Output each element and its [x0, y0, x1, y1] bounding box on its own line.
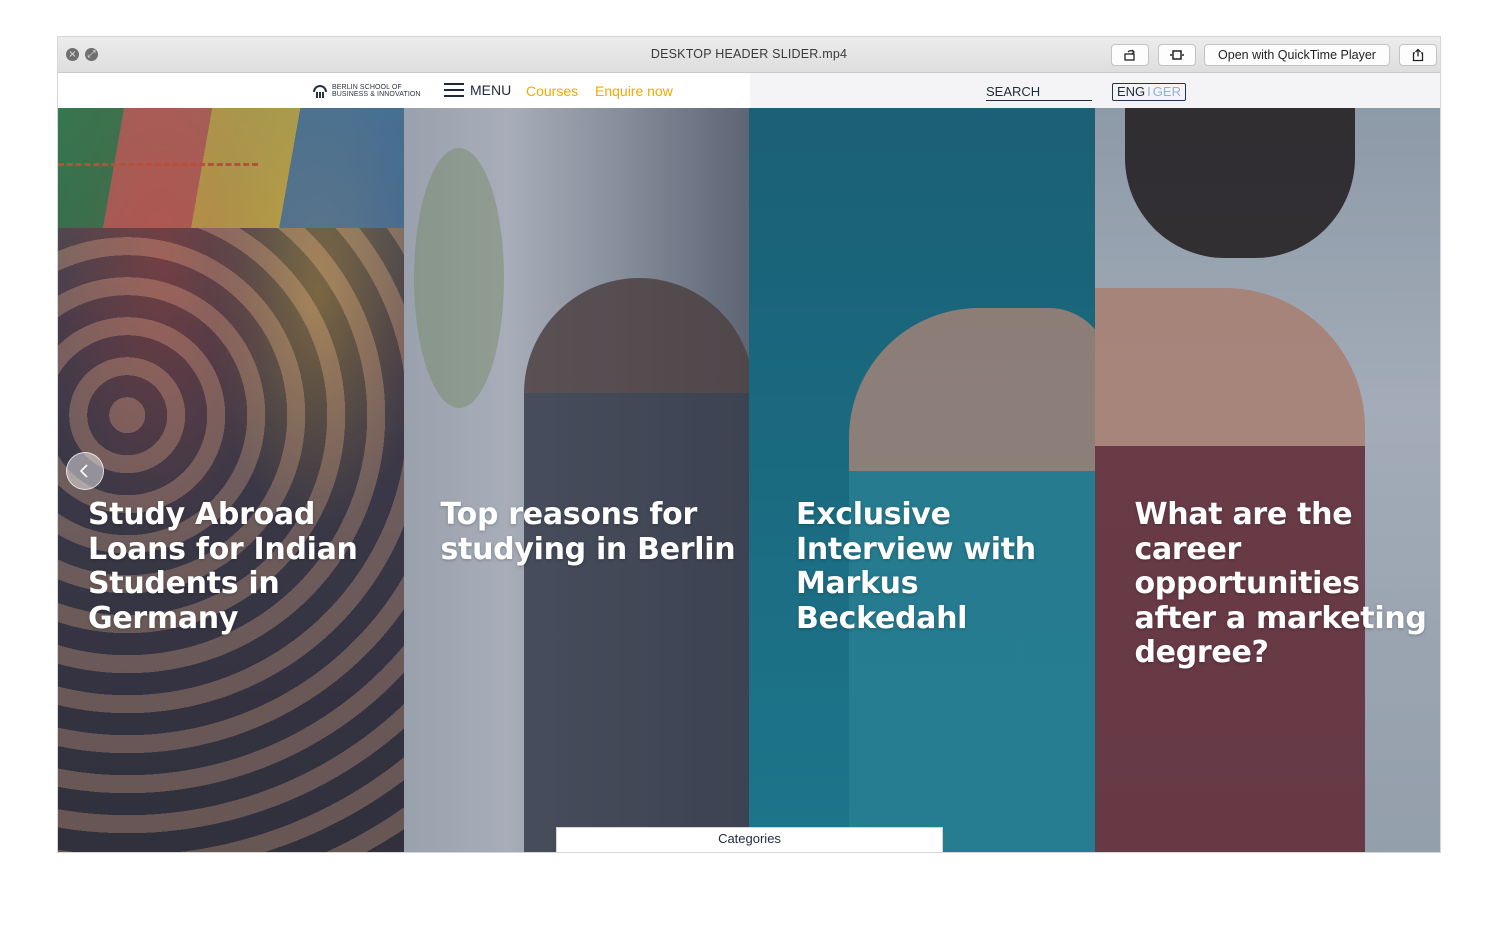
slide-panel[interactable]: Study Abroad Loans for Indian Students i… — [58, 108, 404, 852]
slide-title[interactable]: Study Abroad Loans for Indian Students i… — [88, 497, 388, 636]
lang-eng-option[interactable]: ENG — [1117, 84, 1145, 99]
header-slider: Study Abroad Loans for Indian Students i… — [58, 108, 1440, 852]
hamburger-icon — [444, 83, 464, 97]
trim-button[interactable] — [1158, 44, 1196, 66]
logo-line-1: BERLIN SCHOOL OF — [332, 83, 402, 91]
slider-prev-button[interactable] — [66, 452, 104, 490]
navbar-right-panel — [750, 73, 1440, 108]
slide-title[interactable]: What are the career opportunities after … — [1135, 497, 1435, 671]
slide-title[interactable]: Top reasons for studying in Berlin — [441, 497, 741, 567]
rotate-button[interactable] — [1111, 44, 1149, 66]
quicklook-window: × ⤢ DESKTOP HEADER SLIDER.mp4 Open with … — [58, 37, 1440, 852]
logo-mark-icon — [313, 85, 327, 98]
language-switcher: ENG I GER — [1112, 83, 1186, 101]
open-with-quicktime-button[interactable]: Open with QuickTime Player — [1204, 44, 1390, 66]
site-navbar: BERLIN SCHOOL OF BUSINESS & INNOVATION M… — [58, 73, 1440, 108]
courses-link[interactable]: Courses — [526, 83, 578, 99]
rotate-icon — [1124, 49, 1135, 61]
window-titlebar: × ⤢ DESKTOP HEADER SLIDER.mp4 Open with … — [58, 37, 1440, 73]
trim-icon — [1170, 50, 1184, 60]
categories-tab[interactable]: Categories — [556, 827, 943, 852]
menu-label: MENU — [470, 82, 512, 98]
menu-button[interactable]: MENU — [444, 82, 511, 98]
slide-overlay — [58, 108, 404, 852]
logo-text: BERLIN SCHOOL OF BUSINESS & INNOVATION — [332, 84, 421, 99]
slide-title[interactable]: Exclusive Interview with Markus Beckedah… — [796, 497, 1095, 636]
slide-overlay — [403, 108, 749, 852]
slide-overlay — [1094, 108, 1440, 852]
share-icon — [1412, 48, 1424, 62]
lang-ger-option[interactable]: GER — [1153, 84, 1181, 99]
chevron-left-icon — [79, 464, 88, 478]
slide-overlay — [749, 108, 1095, 852]
bsbi-logo[interactable]: BERLIN SCHOOL OF BUSINESS & INNOVATION — [312, 81, 421, 101]
slide-panel[interactable]: Top reasons for studying in Berlin — [403, 108, 749, 852]
lang-separator: I — [1147, 84, 1151, 99]
logo-line-2: BUSINESS & INNOVATION — [332, 91, 421, 98]
slide-panel[interactable]: Exclusive Interview with Markus Beckedah… — [749, 108, 1095, 852]
slide-panel[interactable]: What are the career opportunities after … — [1094, 108, 1440, 852]
enquire-now-link[interactable]: Enquire now — [595, 83, 673, 99]
search-field[interactable]: SEARCH — [986, 84, 1092, 101]
share-button[interactable] — [1399, 44, 1437, 66]
